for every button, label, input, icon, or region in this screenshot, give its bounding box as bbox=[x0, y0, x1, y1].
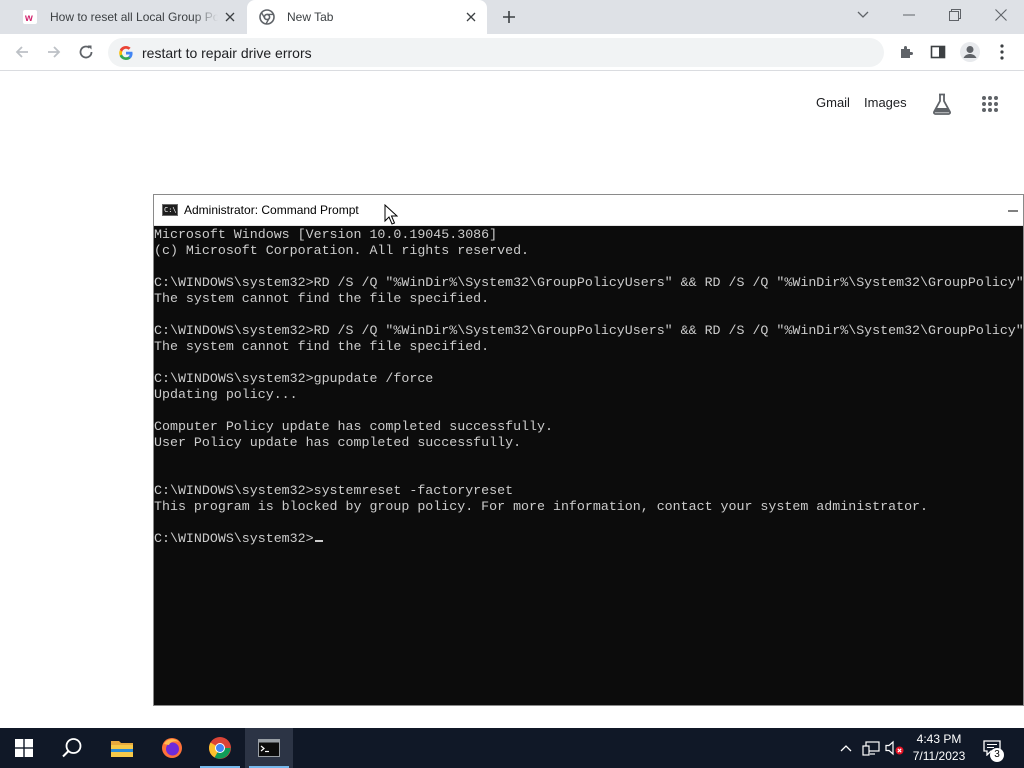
console-output[interactable]: Microsoft Windows [Version 10.0.19045.30… bbox=[154, 227, 1024, 705]
new-tab-button[interactable] bbox=[496, 5, 522, 29]
command-prompt-taskbar-icon[interactable] bbox=[245, 728, 293, 768]
close-tab-icon[interactable] bbox=[218, 5, 242, 29]
console-line: Updating policy... bbox=[154, 387, 298, 402]
tab-title: New Tab bbox=[287, 10, 334, 24]
profile-avatar-icon[interactable] bbox=[956, 38, 984, 66]
google-icon bbox=[118, 45, 134, 61]
console-line: The system cannot find the file specifie… bbox=[154, 339, 490, 354]
reload-button[interactable] bbox=[72, 38, 100, 66]
console-line: Computer Policy update has completed suc… bbox=[154, 419, 553, 434]
console-line: (c) Microsoft Corporation. All rights re… bbox=[154, 243, 530, 258]
tab-strip: w How to reset all Local Group Poli New … bbox=[0, 0, 1024, 34]
cmd-title-bar[interactable]: C:\ Administrator: Command Prompt bbox=[154, 195, 1023, 226]
console-prompt-line[interactable]: C:\WINDOWS\system32> bbox=[154, 531, 1024, 547]
minimize-window-button[interactable] bbox=[886, 0, 932, 30]
show-hidden-icons-chevron-icon[interactable] bbox=[836, 728, 856, 768]
console-line: C:\WINDOWS\system32>RD /S /Q "%WinDir%\S… bbox=[154, 275, 1024, 290]
images-link[interactable]: Images bbox=[864, 95, 907, 110]
console-line: C:\WINDOWS\system32>gpupdate /force bbox=[154, 371, 434, 386]
command-prompt-window[interactable]: C:\ Administrator: Command Prompt Micros… bbox=[153, 194, 1024, 706]
tab-search-icon[interactable] bbox=[840, 0, 886, 30]
cmd-window-title: Administrator: Command Prompt bbox=[184, 203, 359, 217]
console-prompt: C:\WINDOWS\system32> bbox=[154, 531, 314, 546]
google-apps-icon[interactable] bbox=[978, 92, 1002, 116]
svg-text:w: w bbox=[24, 13, 33, 24]
back-button[interactable] bbox=[8, 38, 36, 66]
text-cursor bbox=[314, 540, 323, 542]
forward-button[interactable] bbox=[40, 38, 68, 66]
gmail-link[interactable]: Gmail bbox=[816, 95, 850, 110]
search-icon[interactable] bbox=[48, 728, 96, 768]
start-button[interactable] bbox=[0, 728, 48, 768]
website-favicon-icon: w bbox=[22, 9, 38, 25]
console-line: User Policy update has completed success… bbox=[154, 435, 522, 450]
console-line: C:\WINDOWS\system32>RD /S /Q "%WinDir%\S… bbox=[154, 323, 1024, 338]
cmd-minimize-button[interactable] bbox=[1003, 195, 1023, 226]
network-icon[interactable] bbox=[860, 728, 882, 768]
console-line: Microsoft Windows [Version 10.0.19045.30… bbox=[154, 227, 498, 242]
cmd-app-icon: C:\ bbox=[162, 204, 178, 216]
clock-date: 7/11/2023 bbox=[912, 749, 966, 763]
close-tab-icon[interactable] bbox=[459, 5, 483, 29]
firefox-icon[interactable] bbox=[148, 728, 196, 768]
address-bar[interactable]: restart to repair drive errors bbox=[108, 38, 884, 67]
labs-flask-icon[interactable] bbox=[930, 92, 954, 116]
notification-count-badge: 3 bbox=[990, 748, 1004, 762]
browser-toolbar: restart to repair drive errors bbox=[0, 34, 1024, 71]
chrome-favicon-icon bbox=[259, 9, 275, 25]
console-line: C:\WINDOWS\system32>systemreset -factory… bbox=[154, 483, 514, 498]
tab-title: How to reset all Local Group Poli bbox=[50, 10, 218, 24]
tab-new-tab[interactable]: New Tab bbox=[247, 0, 487, 34]
console-line: This program is blocked by group policy.… bbox=[154, 499, 929, 514]
clock-time: 4:43 PM bbox=[916, 732, 962, 746]
volume-muted-icon[interactable] bbox=[884, 728, 906, 768]
file-explorer-icon[interactable] bbox=[98, 728, 146, 768]
close-window-button[interactable] bbox=[978, 0, 1024, 30]
tab-group-policy-article[interactable]: w How to reset all Local Group Poli bbox=[8, 0, 246, 34]
mouse-pointer-icon bbox=[384, 204, 398, 225]
chrome-menu-icon[interactable] bbox=[988, 38, 1016, 66]
restore-window-button[interactable] bbox=[932, 0, 978, 30]
windows-taskbar: 4:43 PM 7/11/2023 bbox=[0, 728, 1024, 768]
address-bar-text: restart to repair drive errors bbox=[142, 44, 312, 61]
side-panel-icon[interactable] bbox=[924, 38, 952, 66]
extensions-icon[interactable] bbox=[892, 38, 920, 66]
console-line: The system cannot find the file specifie… bbox=[154, 291, 490, 306]
chrome-taskbar-icon[interactable] bbox=[196, 728, 244, 768]
system-clock[interactable]: 4:43 PM 7/11/2023 bbox=[904, 731, 974, 765]
